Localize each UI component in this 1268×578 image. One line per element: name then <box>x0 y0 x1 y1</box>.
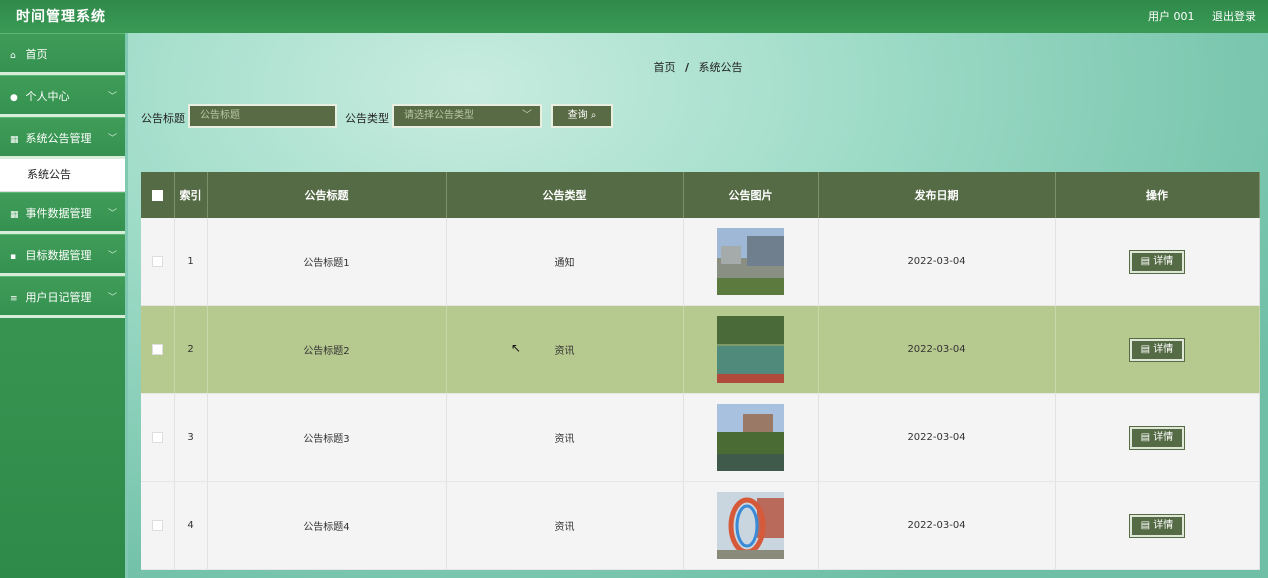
grid-icon: ▦ <box>10 210 19 220</box>
table-header-row: 索引 公告标题 公告类型 公告图片 发布日期 操作 <box>141 172 1260 218</box>
table-row[interactable]: 3 公告标题3 资讯 2022-03-04 ▤ 详情 <box>141 393 1260 482</box>
table-row[interactable]: 1 公告标题1 通知 2022-03-04 ▤ 详情 <box>141 218 1260 306</box>
type-select-placeholder: 请选择公告类型 <box>404 110 474 121</box>
type-cell: 通知 <box>446 218 684 306</box>
chevron-down-icon: ﹀ <box>522 110 532 121</box>
row-checkbox[interactable] <box>151 431 163 443</box>
table-row[interactable]: 4 公告标题4 资讯 2022-03-04 ▤ 详情 <box>141 481 1260 570</box>
sidebar-item-label: 首页 <box>25 48 48 61</box>
row-checkbox-cell <box>141 481 175 570</box>
logout-link[interactable]: 退出登录 <box>1212 10 1256 23</box>
sidebar-item-event-data[interactable]: ▦ 事件数据管理 ﹀ <box>0 192 125 234</box>
chevron-down-icon: ﹀ <box>107 251 117 261</box>
detail-button[interactable]: ▤ 详情 <box>1129 337 1185 362</box>
notice-image[interactable] <box>717 492 784 559</box>
image-cell <box>683 218 819 306</box>
index-cell: 2 <box>174 305 208 394</box>
app-title: 时间管理系统 <box>16 9 106 25</box>
breadcrumb-home[interactable]: 首页 <box>653 61 675 74</box>
sidebar-item-profile[interactable]: ● 个人中心 ﹀ <box>0 75 125 117</box>
chevron-down-icon: ﹀ <box>107 293 117 303</box>
detail-button[interactable]: ▤ 详情 <box>1129 513 1185 538</box>
title-search-input[interactable]: 公告标题 <box>188 104 337 128</box>
title-label: 公告标题 <box>141 112 185 125</box>
sidebar-subitem-notice[interactable]: 系统公告 <box>0 159 125 192</box>
select-all-checkbox[interactable] <box>151 190 163 201</box>
home-icon: ⌂ <box>10 51 16 61</box>
chevron-down-icon: ﹀ <box>107 92 117 102</box>
notice-image[interactable] <box>717 316 784 383</box>
row-checkbox-cell <box>141 393 175 482</box>
column-header: 公告图片 <box>683 172 819 218</box>
title-cell: 公告标题3 <box>207 393 447 482</box>
chevron-down-icon: ﹀ <box>107 209 117 219</box>
type-select[interactable]: 请选择公告类型 ﹀ <box>392 104 542 128</box>
index-cell: 4 <box>174 481 208 570</box>
date-cell: 2022-03-04 <box>818 393 1056 482</box>
action-cell: ▤ 详情 <box>1055 218 1260 306</box>
index-cell: 1 <box>174 218 208 306</box>
image-cell <box>683 393 819 482</box>
action-cell: ▤ 详情 <box>1055 393 1260 482</box>
detail-button[interactable]: ▤ 详情 <box>1129 425 1185 450</box>
search-button[interactable]: 查询 ⌕ <box>551 104 613 128</box>
column-header: 公告标题 <box>207 172 447 218</box>
notice-table: 索引 公告标题 公告类型 公告图片 发布日期 操作 1 公告标题1 通知 202… <box>141 172 1260 570</box>
mouse-cursor-icon: ↖ <box>511 341 522 355</box>
sidebar-item-label: 目标数据管理 <box>25 249 92 262</box>
row-checkbox[interactable] <box>151 255 163 267</box>
notice-image[interactable] <box>717 228 784 295</box>
type-cell: 资讯 <box>446 481 684 570</box>
grid-icon: ▦ <box>10 135 19 145</box>
list-icon: ≡ <box>10 294 18 304</box>
sidebar-item-home[interactable]: ⌂ 首页 <box>0 33 125 75</box>
title-cell: 公告标题1 <box>207 218 447 306</box>
user-icon: ● <box>10 93 18 103</box>
breadcrumb-current: 系统公告 <box>698 61 743 74</box>
select-all-header <box>141 172 175 218</box>
sidebar-item-label: 事件数据管理 <box>25 207 92 220</box>
row-checkbox[interactable] <box>151 519 163 531</box>
row-checkbox-cell <box>141 305 175 394</box>
date-cell: 2022-03-04 <box>818 218 1056 306</box>
title-cell: 公告标题2 <box>207 305 447 394</box>
sidebar-item-label: 系统公告管理 <box>25 132 92 145</box>
sidebar-item-label: 用户日记管理 <box>25 291 92 304</box>
sidebar: ⌂ 首页 ● 个人中心 ﹀ ▦ 系统公告管理 ﹀ 系统公告 ▦ 事件数据管理 ﹀… <box>0 33 125 578</box>
chevron-down-icon: ﹀ <box>107 134 117 144</box>
user-area: 用户 001 退出登录 <box>1134 8 1256 24</box>
type-cell: 资讯 <box>446 305 684 394</box>
sidebar-item-goal-data[interactable]: ▪ 目标数据管理 ﹀ <box>0 234 125 276</box>
row-checkbox[interactable] <box>151 343 163 355</box>
top-bar: 时间管理系统 用户 001 退出登录 <box>0 0 1268 33</box>
action-cell: ▤ 详情 <box>1055 305 1260 394</box>
sidebar-item-diary[interactable]: ≡ 用户日记管理 ﹀ <box>0 276 125 318</box>
breadcrumb-separator: / <box>684 61 690 74</box>
user-name: 用户 001 <box>1148 10 1195 23</box>
type-label: 公告类型 <box>345 112 389 125</box>
column-header: 索引 <box>174 172 208 218</box>
column-header: 操作 <box>1055 172 1260 218</box>
detail-button[interactable]: ▤ 详情 <box>1129 249 1185 274</box>
image-cell <box>683 481 819 570</box>
notice-image[interactable] <box>717 404 784 471</box>
sidebar-item-label: 个人中心 <box>25 90 70 103</box>
row-checkbox-cell <box>141 218 175 306</box>
title-cell: 公告标题4 <box>207 481 447 570</box>
date-cell: 2022-03-04 <box>818 305 1056 394</box>
column-header: 发布日期 <box>818 172 1056 218</box>
type-cell: 资讯 <box>446 393 684 482</box>
date-cell: 2022-03-04 <box>818 481 1056 570</box>
table-row[interactable]: 2 公告标题2 资讯 2022-03-04 ▤ 详情 <box>141 305 1260 394</box>
image-cell <box>683 305 819 394</box>
main-content: 首页 / 系统公告 公告标题 公告标题 公告类型 请选择公告类型 ﹀ 查询 ⌕ … <box>128 33 1268 578</box>
breadcrumb: 首页 / 系统公告 <box>128 59 1268 75</box>
doc-icon: ▪ <box>10 252 17 262</box>
column-header: 公告类型 <box>446 172 684 218</box>
action-cell: ▤ 详情 <box>1055 481 1260 570</box>
index-cell: 3 <box>174 393 208 482</box>
sidebar-item-notice-mgmt[interactable]: ▦ 系统公告管理 ﹀ <box>0 117 125 159</box>
